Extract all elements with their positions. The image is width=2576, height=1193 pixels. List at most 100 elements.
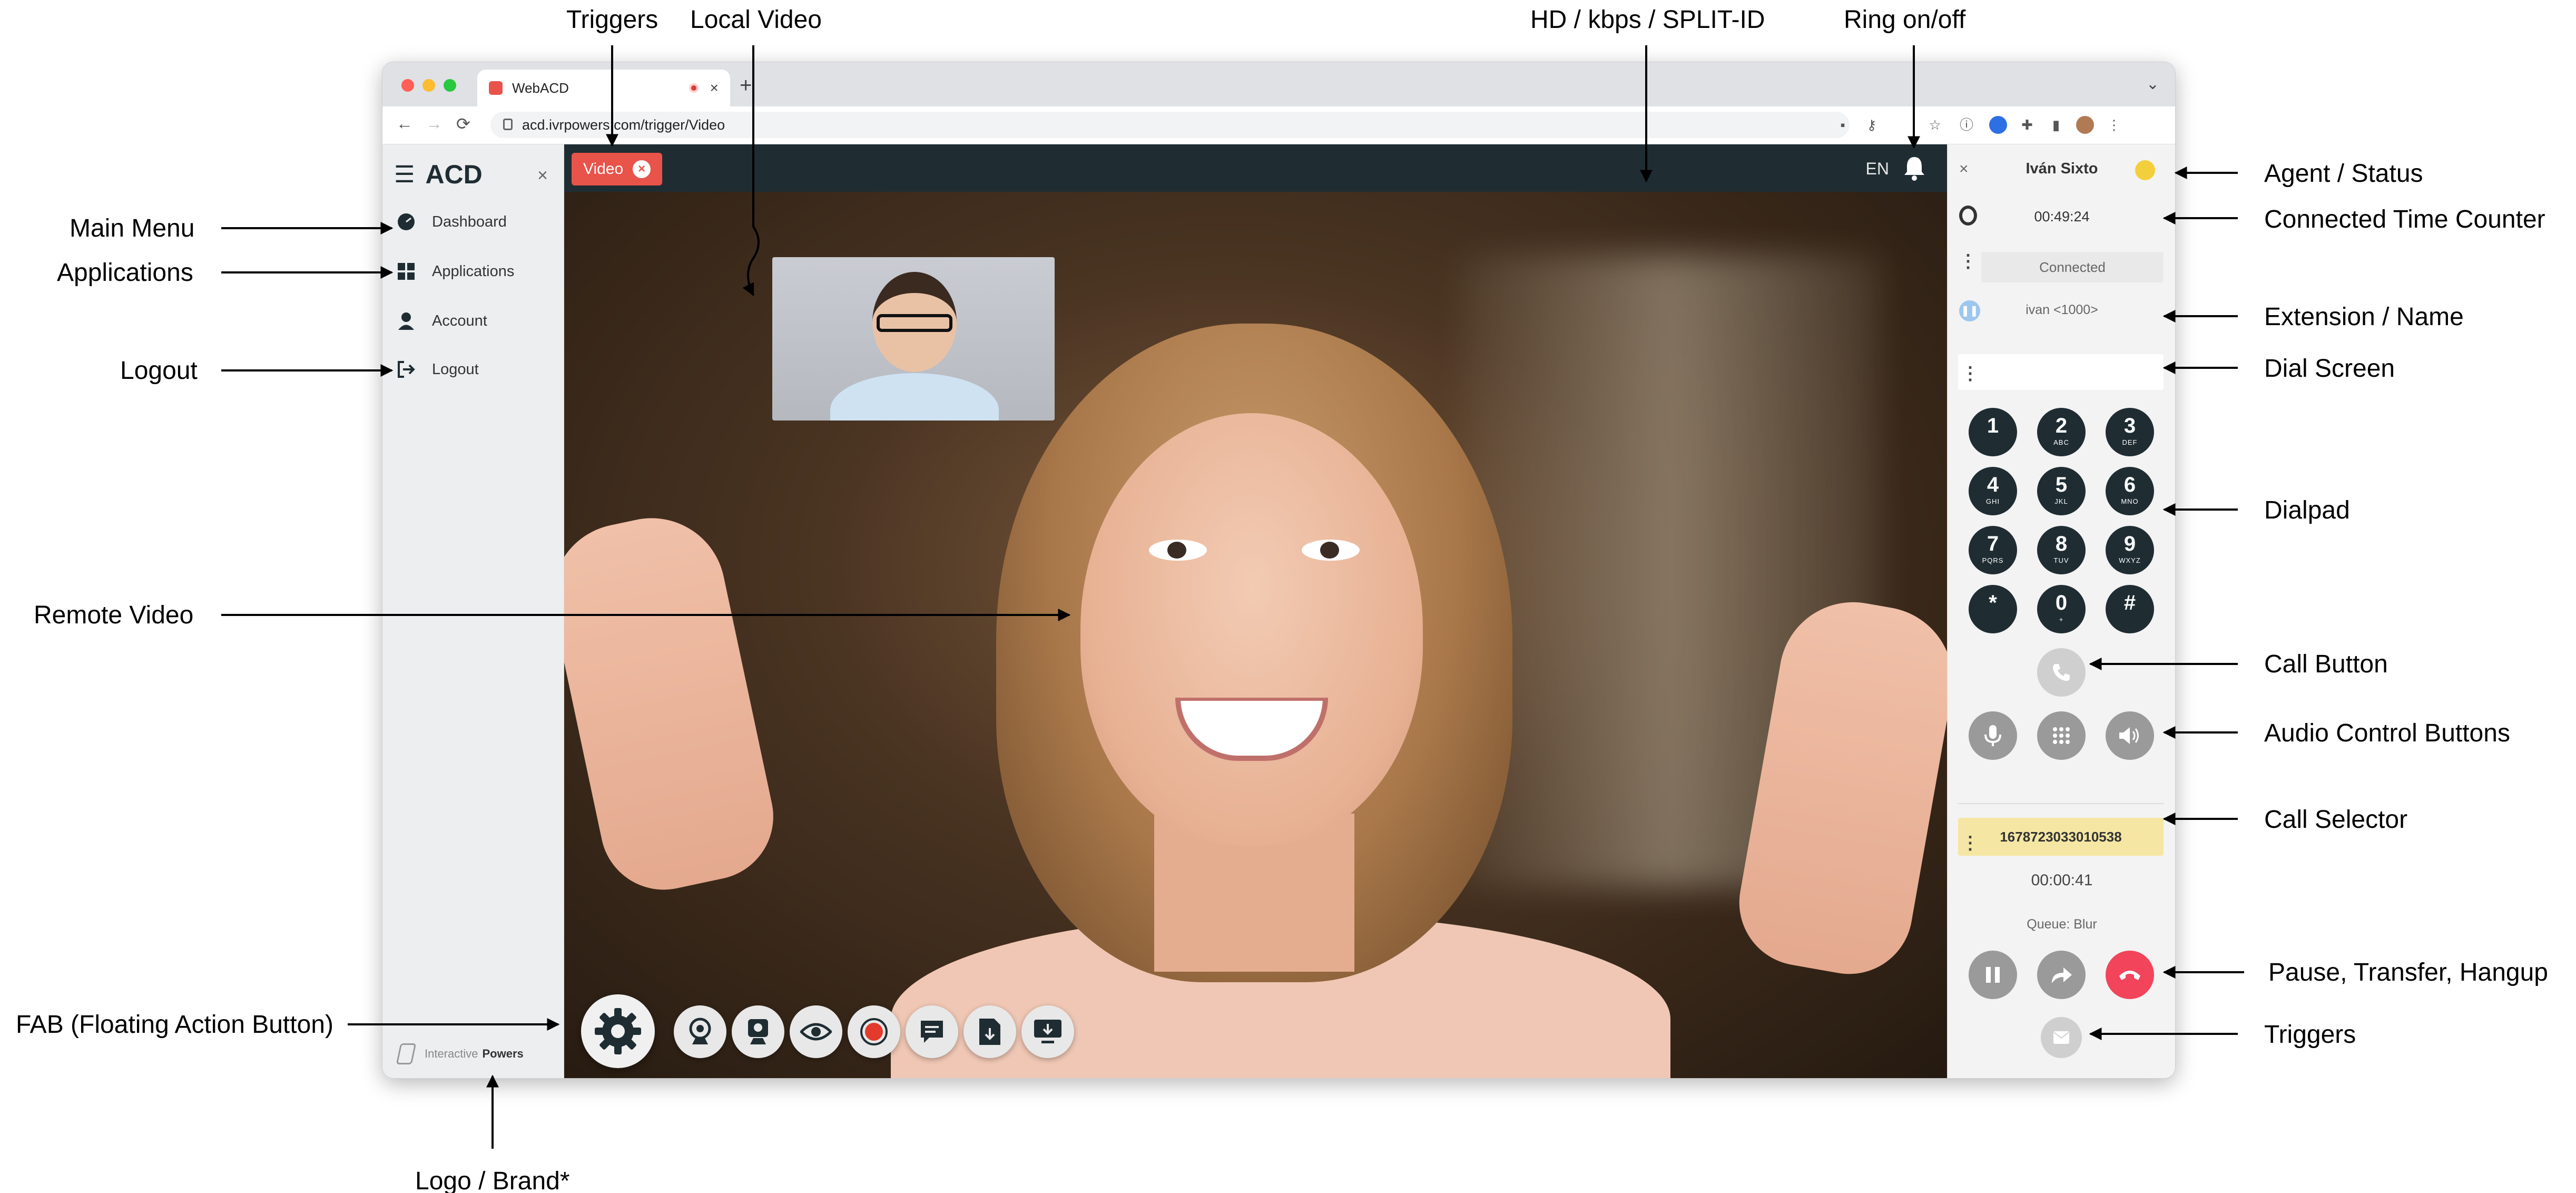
- close-tab-icon[interactable]: ×: [710, 80, 719, 96]
- sidebar-item-account[interactable]: Account: [396, 311, 487, 331]
- callout-agent-status: Agent / Status: [2264, 160, 2423, 188]
- call-menu-icon[interactable]: ⋮: [1961, 824, 1979, 862]
- webcam-button[interactable]: [674, 1005, 726, 1058]
- agent-status-indicator[interactable]: [2135, 160, 2155, 180]
- puzzle-icon[interactable]: ✚: [2018, 116, 2036, 134]
- dialpad-key-7[interactable]: 7 PQRS: [1969, 526, 2017, 574]
- close-trigger-icon[interactable]: ×: [633, 160, 651, 178]
- record-button[interactable]: [848, 1005, 900, 1058]
- user-icon: [396, 311, 416, 331]
- hangup-button[interactable]: [2106, 951, 2154, 999]
- left-hand: [564, 504, 785, 902]
- dialpad-key-0[interactable]: 0 +: [2037, 585, 2086, 633]
- download-icon: [979, 1019, 1000, 1045]
- tab-list-chevron-icon[interactable]: ⌄: [2146, 75, 2159, 93]
- dialpad-key-4[interactable]: 4 GHI: [1969, 467, 2017, 515]
- language-selector[interactable]: EN: [1866, 159, 1889, 179]
- url-field[interactable]: acd.ivrpowers.com/trigger/Video: [490, 112, 1850, 138]
- dial-menu-icon[interactable]: ⋮: [1961, 358, 1979, 389]
- callout-logout: Logout: [120, 357, 198, 385]
- sidebar-item-logout[interactable]: Logout: [396, 359, 479, 379]
- camera-icon[interactable]: ▪: [1834, 116, 1852, 134]
- new-tab-icon[interactable]: +: [740, 74, 752, 97]
- hangup-phone-icon: [2119, 971, 2140, 980]
- pause-call-button[interactable]: [1969, 951, 2017, 999]
- webacd-favicon-icon: [489, 81, 503, 95]
- phone-icon: [2053, 664, 2070, 681]
- speaker-button[interactable]: [2106, 711, 2154, 760]
- main-menu-icon[interactable]: ☰: [394, 161, 415, 188]
- callout-triggers-top: Triggers: [566, 6, 658, 34]
- back-icon[interactable]: ←: [396, 114, 413, 133]
- callout-local-video: Local Video: [690, 6, 822, 34]
- dialpad-key-1[interactable]: 1: [1969, 408, 2017, 456]
- sidebar-item-applications[interactable]: Applications: [396, 261, 514, 281]
- trigger-tab-video[interactable]: Video ×: [572, 153, 663, 185]
- sidebar-item-label: Applications: [432, 262, 515, 280]
- speaker-icon: [2119, 727, 2139, 744]
- envelope-icon: [2053, 1031, 2069, 1044]
- call-button[interactable]: [2037, 648, 2086, 697]
- sidebar-header: ☰ ACD: [394, 159, 483, 190]
- call-queue: Queue: Blur: [2027, 917, 2097, 932]
- fab-settings-button[interactable]: [581, 994, 655, 1068]
- sidebar-item-label: Logout: [432, 360, 479, 378]
- dialpad-key-hash[interactable]: #: [2106, 585, 2154, 633]
- dialpad-key-9[interactable]: 9 WXYZ: [2106, 526, 2154, 574]
- grid-icon: [396, 261, 416, 281]
- dial-screen[interactable]: ⋮: [1958, 354, 2164, 390]
- local-video[interactable]: [772, 257, 1055, 421]
- dialpad-key-3[interactable]: 3 DEF: [2106, 408, 2154, 456]
- app-name: ACD: [425, 160, 483, 189]
- keypad-icon: [2053, 727, 2070, 744]
- reload-icon[interactable]: ⟳: [456, 114, 470, 134]
- chat-button[interactable]: [906, 1005, 958, 1058]
- call-selector[interactable]: ⋮ 1678723033010538: [1958, 818, 2164, 856]
- record-icon: [860, 1018, 888, 1045]
- minimize-window-button[interactable]: [422, 79, 435, 92]
- transfer-call-button[interactable]: [2037, 951, 2086, 999]
- dialpad-key-8[interactable]: 8 TUV: [2037, 526, 2086, 574]
- webcam-settings-button[interactable]: [732, 1005, 784, 1058]
- dialpad-key-6[interactable]: 6 MNO: [2106, 467, 2154, 515]
- gear-icon: [595, 1008, 641, 1054]
- sidepanel-icon[interactable]: ▮: [2047, 116, 2065, 134]
- agent-panel: × Iván Sixto 00:49:24 ⋮ Connected ❚❚ iva…: [1947, 144, 2175, 1078]
- callout-fab: FAB (Floating Action Button): [16, 1011, 333, 1039]
- star-icon[interactable]: ☆: [1926, 116, 1944, 134]
- profile-avatar[interactable]: [2076, 116, 2094, 134]
- local-person-body: [830, 373, 999, 421]
- connection-state: Connected: [1981, 252, 2164, 282]
- keypad-toggle-button[interactable]: [2037, 711, 2086, 760]
- call-id: 1678723033010538: [2000, 829, 2122, 845]
- download-button[interactable]: [963, 1005, 1016, 1058]
- connection-menu-icon[interactable]: ⋮: [1959, 251, 1977, 272]
- sidebar-item-dashboard[interactable]: Dashboard: [396, 212, 507, 232]
- browser-tab-title: WebACD: [512, 80, 569, 96]
- mute-button[interactable]: [1969, 711, 2017, 760]
- close-sidebar-icon[interactable]: ×: [537, 165, 548, 186]
- browser-tab[interactable]: WebACD ×: [477, 70, 730, 106]
- callout-extension-name: Extension / Name: [2264, 303, 2464, 331]
- dialpad-key-5[interactable]: 5 JKL: [2037, 467, 2086, 515]
- connected-time: 00:49:24: [2034, 209, 2090, 224]
- info-icon[interactable]: ⓘ: [1958, 116, 1975, 134]
- callout-applications: Applications: [57, 259, 193, 287]
- screen-share-button[interactable]: [1021, 1005, 1074, 1058]
- maximize-window-button[interactable]: [444, 79, 456, 92]
- callout-audio-controls: Audio Control Buttons: [2264, 719, 2510, 747]
- panel-divider: [1958, 803, 2164, 804]
- dialpad-key-2[interactable]: 2 ABC: [2037, 408, 2086, 456]
- logout-icon: [396, 359, 416, 379]
- view-button[interactable]: [790, 1005, 842, 1058]
- dialpad-key-star[interactable]: *: [1969, 585, 2017, 633]
- top-bar: Video × EN: [564, 144, 1947, 192]
- key-icon[interactable]: ⚷: [1863, 116, 1881, 134]
- bell-icon[interactable]: [1903, 155, 1926, 181]
- callout-dialpad: Dialpad: [2264, 496, 2350, 524]
- extension-blue-icon[interactable]: [1989, 116, 2007, 134]
- forward-icon[interactable]: →: [426, 114, 443, 133]
- triggers-button[interactable]: [2041, 1017, 2082, 1058]
- more-menu-icon[interactable]: ⋮: [2105, 116, 2123, 134]
- close-window-button[interactable]: [401, 79, 414, 92]
